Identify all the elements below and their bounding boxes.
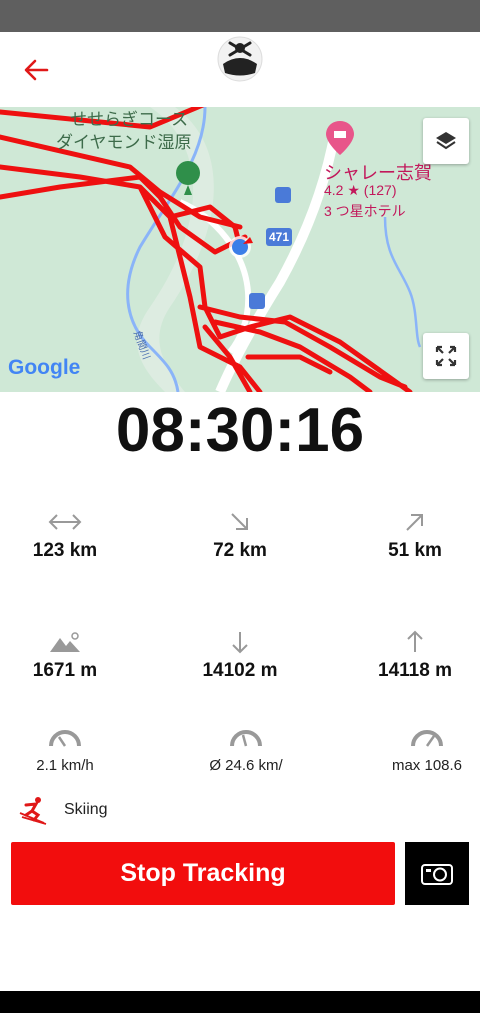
horizontal-arrows-icon (48, 514, 82, 530)
stat-downhill-distance: 72 km (160, 510, 320, 562)
map-label-wetland: ダイヤモンド湿原 (56, 133, 192, 152)
speedometer-icon (49, 730, 81, 747)
stat-downhill-distance-value: 72 km (213, 540, 267, 561)
camera-icon (421, 863, 453, 885)
stat-uphill-distance: 51 km (335, 510, 480, 562)
map-fullscreen-button[interactable] (423, 333, 469, 379)
map-layers-button[interactable] (423, 118, 469, 164)
stat-avg-speed: Ø 24.6 km/ (166, 725, 326, 774)
arrow-up-icon (407, 630, 423, 652)
stat-altitude-value: 1671 m (32, 660, 98, 681)
status-bar (0, 0, 480, 32)
layers-icon (436, 132, 456, 150)
stat-max-speed-value: max 108.6 (391, 757, 463, 774)
stat-ascent: 14118 m (335, 630, 480, 682)
hiking-pin-icon (176, 161, 200, 185)
fullscreen-icon (435, 345, 457, 367)
elapsed-timer: 08:30:16 (115, 396, 365, 465)
stat-distance-value: 123 km (32, 540, 98, 561)
stat-uphill-distance-value: 51 km (388, 540, 442, 561)
stat-distance: 123 km (0, 510, 145, 562)
arrow-down-right-icon (231, 513, 248, 530)
bus-stop-icon (275, 187, 291, 203)
stat-ascent-value: 14118 m (378, 660, 452, 681)
stat-max-speed: max 108.6 (347, 725, 480, 774)
arrow-left-icon (24, 59, 49, 81)
stat-altitude: 1671 m (0, 630, 145, 682)
activity-label: Skiing (64, 801, 108, 818)
skull-helmet-logo (217, 36, 263, 82)
map-label-hotel-rating: 4.2 ★ (127) (324, 182, 397, 198)
skier-icon (19, 797, 47, 825)
system-nav-bar (0, 991, 480, 1013)
stat-avg-speed-value: Ø 24.6 km/ (209, 757, 283, 774)
camera-button[interactable] (405, 842, 469, 905)
stop-tracking-button[interactable]: Stop Tracking (11, 842, 395, 905)
google-logo: Google (8, 356, 81, 379)
map-label-road-number: 471 (269, 230, 290, 244)
stat-speed: 2.1 km/h (0, 725, 145, 774)
top-bar (0, 32, 480, 107)
stat-descent-value: 14102 m (202, 660, 278, 681)
mountain-pin-icon (50, 632, 80, 652)
arrow-up-right-icon (406, 514, 423, 531)
stat-speed-value: 2.1 km/h (36, 757, 94, 774)
back-button[interactable] (14, 52, 58, 88)
speedometer-icon (230, 730, 262, 747)
map-label-course: せせらぎコース (70, 110, 189, 129)
speedometer-icon (411, 730, 443, 747)
map-label-hotel-type: 3 つ星ホテル (324, 203, 406, 219)
activity-selector[interactable]: Skiing (18, 794, 108, 826)
stat-descent: 14102 m (160, 630, 320, 682)
arrow-down-icon (232, 632, 248, 654)
map-view[interactable]: せせらぎコース ダイヤモンド湿原 シャレー志賀 4.2 ★ (127) 3 つ星… (0, 107, 480, 392)
